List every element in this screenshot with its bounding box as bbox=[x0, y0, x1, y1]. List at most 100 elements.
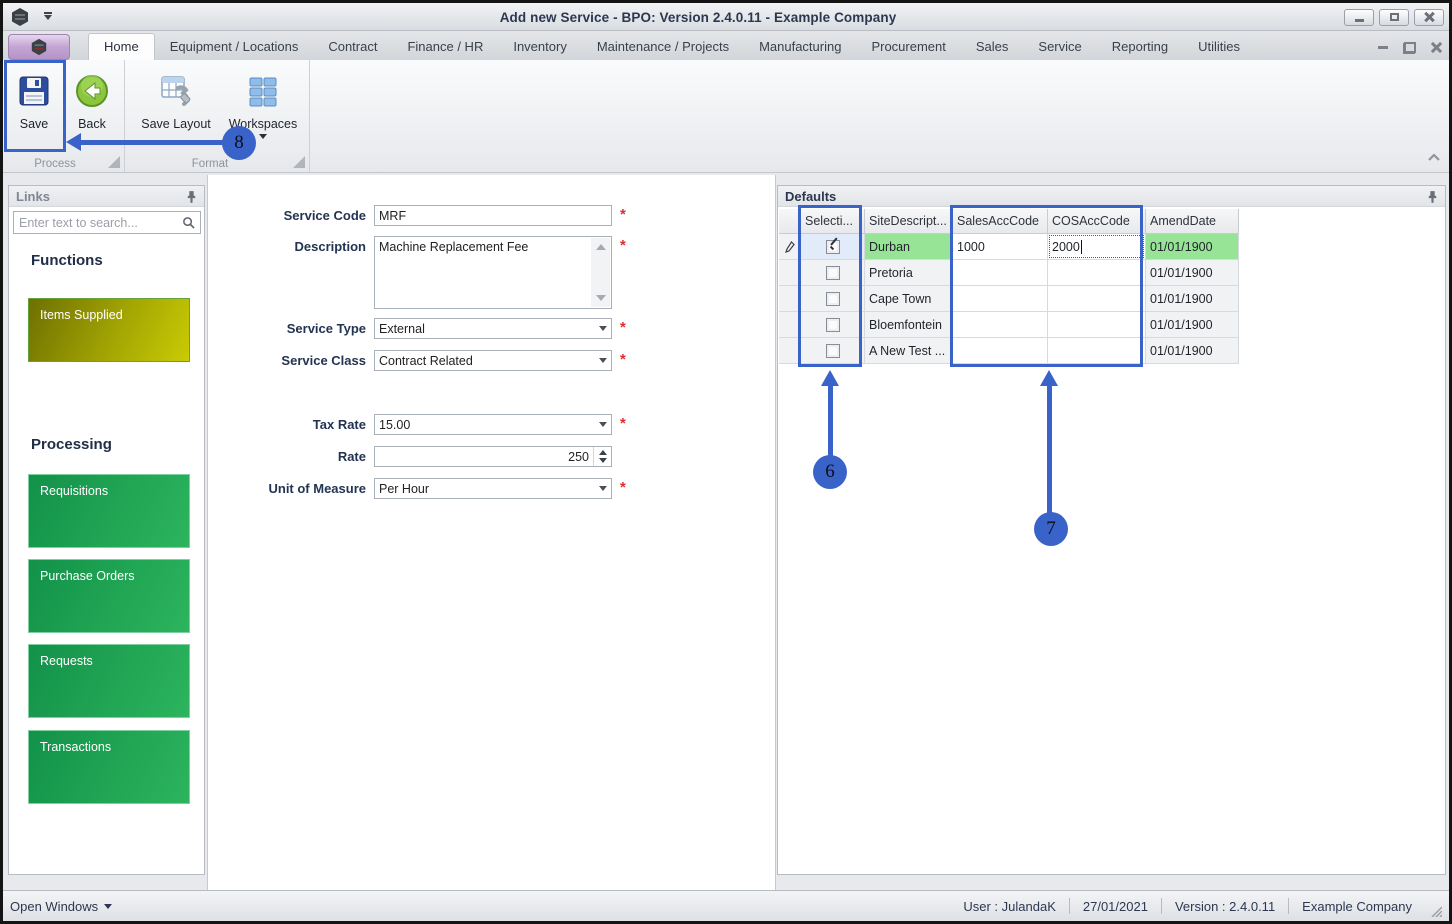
ribbon-tab-bar: Home Equipment / Locations Contract Fina… bbox=[0, 31, 1452, 60]
items-supplied-button[interactable]: Items Supplied bbox=[28, 298, 190, 362]
purchase-orders-button[interactable]: Purchase Orders bbox=[28, 559, 190, 633]
transactions-label: Transactions bbox=[40, 740, 112, 754]
chevron-down-icon bbox=[599, 486, 607, 491]
tab-reporting[interactable]: Reporting bbox=[1097, 34, 1183, 60]
tab-inventory[interactable]: Inventory bbox=[498, 34, 581, 60]
ribbon: Save Back Process Save Layout Workspaces… bbox=[0, 60, 1452, 173]
service-class-label: Service Class bbox=[281, 353, 366, 368]
main-content: Links Functions Items Supplied Processin… bbox=[0, 173, 1452, 890]
status-version: Version : 2.4.0.11 bbox=[1174, 898, 1276, 914]
annotation-callout-7: 7 bbox=[1034, 512, 1068, 546]
spinner-up-icon[interactable] bbox=[599, 450, 607, 455]
annotation-arrow-line-6 bbox=[828, 385, 833, 457]
close-button[interactable] bbox=[1414, 8, 1444, 26]
workspaces-tiles-icon bbox=[246, 69, 280, 113]
mdi-close-icon[interactable] bbox=[1431, 42, 1442, 53]
purchase-orders-label: Purchase Orders bbox=[40, 569, 135, 583]
tab-equipment-locations[interactable]: Equipment / Locations bbox=[155, 34, 314, 60]
save-layout-button[interactable]: Save Layout bbox=[135, 63, 217, 151]
transactions-button[interactable]: Transactions bbox=[28, 730, 190, 804]
functions-heading: Functions bbox=[31, 252, 103, 269]
annotation-arrow-line-8 bbox=[80, 140, 226, 145]
required-marker: * bbox=[620, 206, 626, 223]
column-header-site-description[interactable]: SiteDescript... bbox=[865, 209, 953, 234]
required-marker: * bbox=[620, 415, 626, 432]
site-description-cell[interactable]: A New Test ... bbox=[865, 338, 953, 364]
resize-grip-icon[interactable] bbox=[1429, 904, 1442, 917]
pin-icon[interactable] bbox=[1427, 190, 1438, 203]
maximize-icon bbox=[1389, 13, 1399, 21]
annotation-arrow-line-7 bbox=[1047, 385, 1052, 514]
ribbon-group-format: Save Layout Workspaces Format bbox=[125, 60, 310, 172]
close-icon bbox=[1424, 12, 1434, 22]
quick-access-toolbar-arrow[interactable] bbox=[44, 11, 52, 20]
annotation-box-acc-code-columns bbox=[950, 205, 1143, 367]
amend-date-cell[interactable]: 01/01/1900 bbox=[1146, 260, 1239, 286]
description-scrollbar[interactable] bbox=[591, 238, 610, 307]
tab-home[interactable]: Home bbox=[88, 33, 155, 60]
window-title: Add new Service - BPO: Version 2.4.0.11 … bbox=[499, 9, 897, 25]
annotation-box-selected-column bbox=[798, 205, 862, 367]
annotation-arrowhead-left bbox=[66, 133, 81, 151]
scroll-up-icon[interactable] bbox=[596, 244, 606, 250]
required-marker: * bbox=[620, 479, 626, 496]
application-menu-button[interactable] bbox=[8, 33, 70, 60]
requests-button[interactable]: Requests bbox=[28, 644, 190, 718]
amend-date-cell[interactable]: 01/01/1900 bbox=[1146, 312, 1239, 338]
tab-service[interactable]: Service bbox=[1023, 34, 1096, 60]
requisitions-button[interactable]: Requisitions bbox=[28, 474, 190, 548]
description-input[interactable]: Machine Replacement Fee bbox=[375, 237, 589, 308]
tab-finance-hr[interactable]: Finance / HR bbox=[392, 34, 498, 60]
format-dialog-launcher-icon[interactable] bbox=[293, 156, 305, 168]
amend-date-cell[interactable]: 01/01/1900 bbox=[1146, 234, 1239, 260]
required-marker: * bbox=[620, 319, 626, 336]
rate-label: Rate bbox=[337, 449, 366, 464]
service-class-value: Contract Related bbox=[379, 353, 473, 368]
site-description-cell[interactable]: Cape Town bbox=[865, 286, 953, 312]
site-description-cell[interactable]: Durban bbox=[865, 234, 953, 260]
search-icon[interactable] bbox=[182, 216, 195, 229]
maximize-button[interactable] bbox=[1379, 8, 1409, 26]
app-logo-icon bbox=[12, 8, 28, 26]
annotation-callout-6: 6 bbox=[813, 455, 847, 489]
pin-icon[interactable] bbox=[186, 190, 197, 203]
minimize-button[interactable] bbox=[1344, 8, 1374, 26]
links-panel-header: Links bbox=[9, 186, 204, 207]
requests-label: Requests bbox=[40, 654, 93, 668]
service-class-dropdown[interactable]: Contract Related bbox=[374, 350, 612, 371]
tax-rate-dropdown[interactable]: 15.00 bbox=[374, 414, 612, 435]
column-header-amend-date[interactable]: AmendDate bbox=[1146, 209, 1239, 234]
site-description-cell[interactable]: Pretoria bbox=[865, 260, 953, 286]
defaults-panel-header: Defaults bbox=[778, 186, 1445, 207]
rate-spinner[interactable]: 250 bbox=[374, 446, 612, 467]
tab-utilities[interactable]: Utilities bbox=[1183, 34, 1255, 60]
search-input[interactable] bbox=[19, 215, 182, 230]
mdi-restore-icon[interactable] bbox=[1403, 41, 1416, 54]
site-description-cell[interactable]: Bloemfontein bbox=[865, 312, 953, 338]
process-dialog-launcher-icon[interactable] bbox=[108, 156, 120, 168]
app-logo-icon bbox=[31, 38, 47, 55]
spinner-down-icon[interactable] bbox=[599, 458, 607, 463]
required-marker: * bbox=[620, 351, 626, 368]
service-type-dropdown[interactable]: External bbox=[374, 318, 612, 339]
tax-rate-label: Tax Rate bbox=[312, 417, 366, 432]
amend-date-cell[interactable]: 01/01/1900 bbox=[1146, 286, 1239, 312]
tab-sales[interactable]: Sales bbox=[961, 34, 1024, 60]
amend-date-cell[interactable]: 01/01/1900 bbox=[1146, 338, 1239, 364]
tab-procurement[interactable]: Procurement bbox=[856, 34, 960, 60]
minimize-icon bbox=[1354, 18, 1364, 22]
tab-contract[interactable]: Contract bbox=[313, 34, 392, 60]
service-code-input[interactable] bbox=[379, 208, 607, 223]
links-panel: Links Functions Items Supplied Processin… bbox=[8, 185, 205, 875]
ribbon-collapse-chevron-icon[interactable] bbox=[1426, 150, 1442, 168]
tab-maintenance-projects[interactable]: Maintenance / Projects bbox=[582, 34, 744, 60]
unit-of-measure-dropdown[interactable]: Per Hour bbox=[374, 478, 612, 499]
mdi-minimize-icon[interactable] bbox=[1378, 46, 1388, 49]
scroll-down-icon[interactable] bbox=[596, 295, 606, 301]
open-windows-menu[interactable]: Open Windows bbox=[10, 899, 113, 914]
spinner-arrows[interactable] bbox=[593, 447, 607, 466]
tab-manufacturing[interactable]: Manufacturing bbox=[744, 34, 856, 60]
chevron-down-icon bbox=[104, 903, 113, 909]
defaults-panel-title: Defaults bbox=[785, 188, 837, 204]
requisitions-label: Requisitions bbox=[40, 484, 109, 498]
